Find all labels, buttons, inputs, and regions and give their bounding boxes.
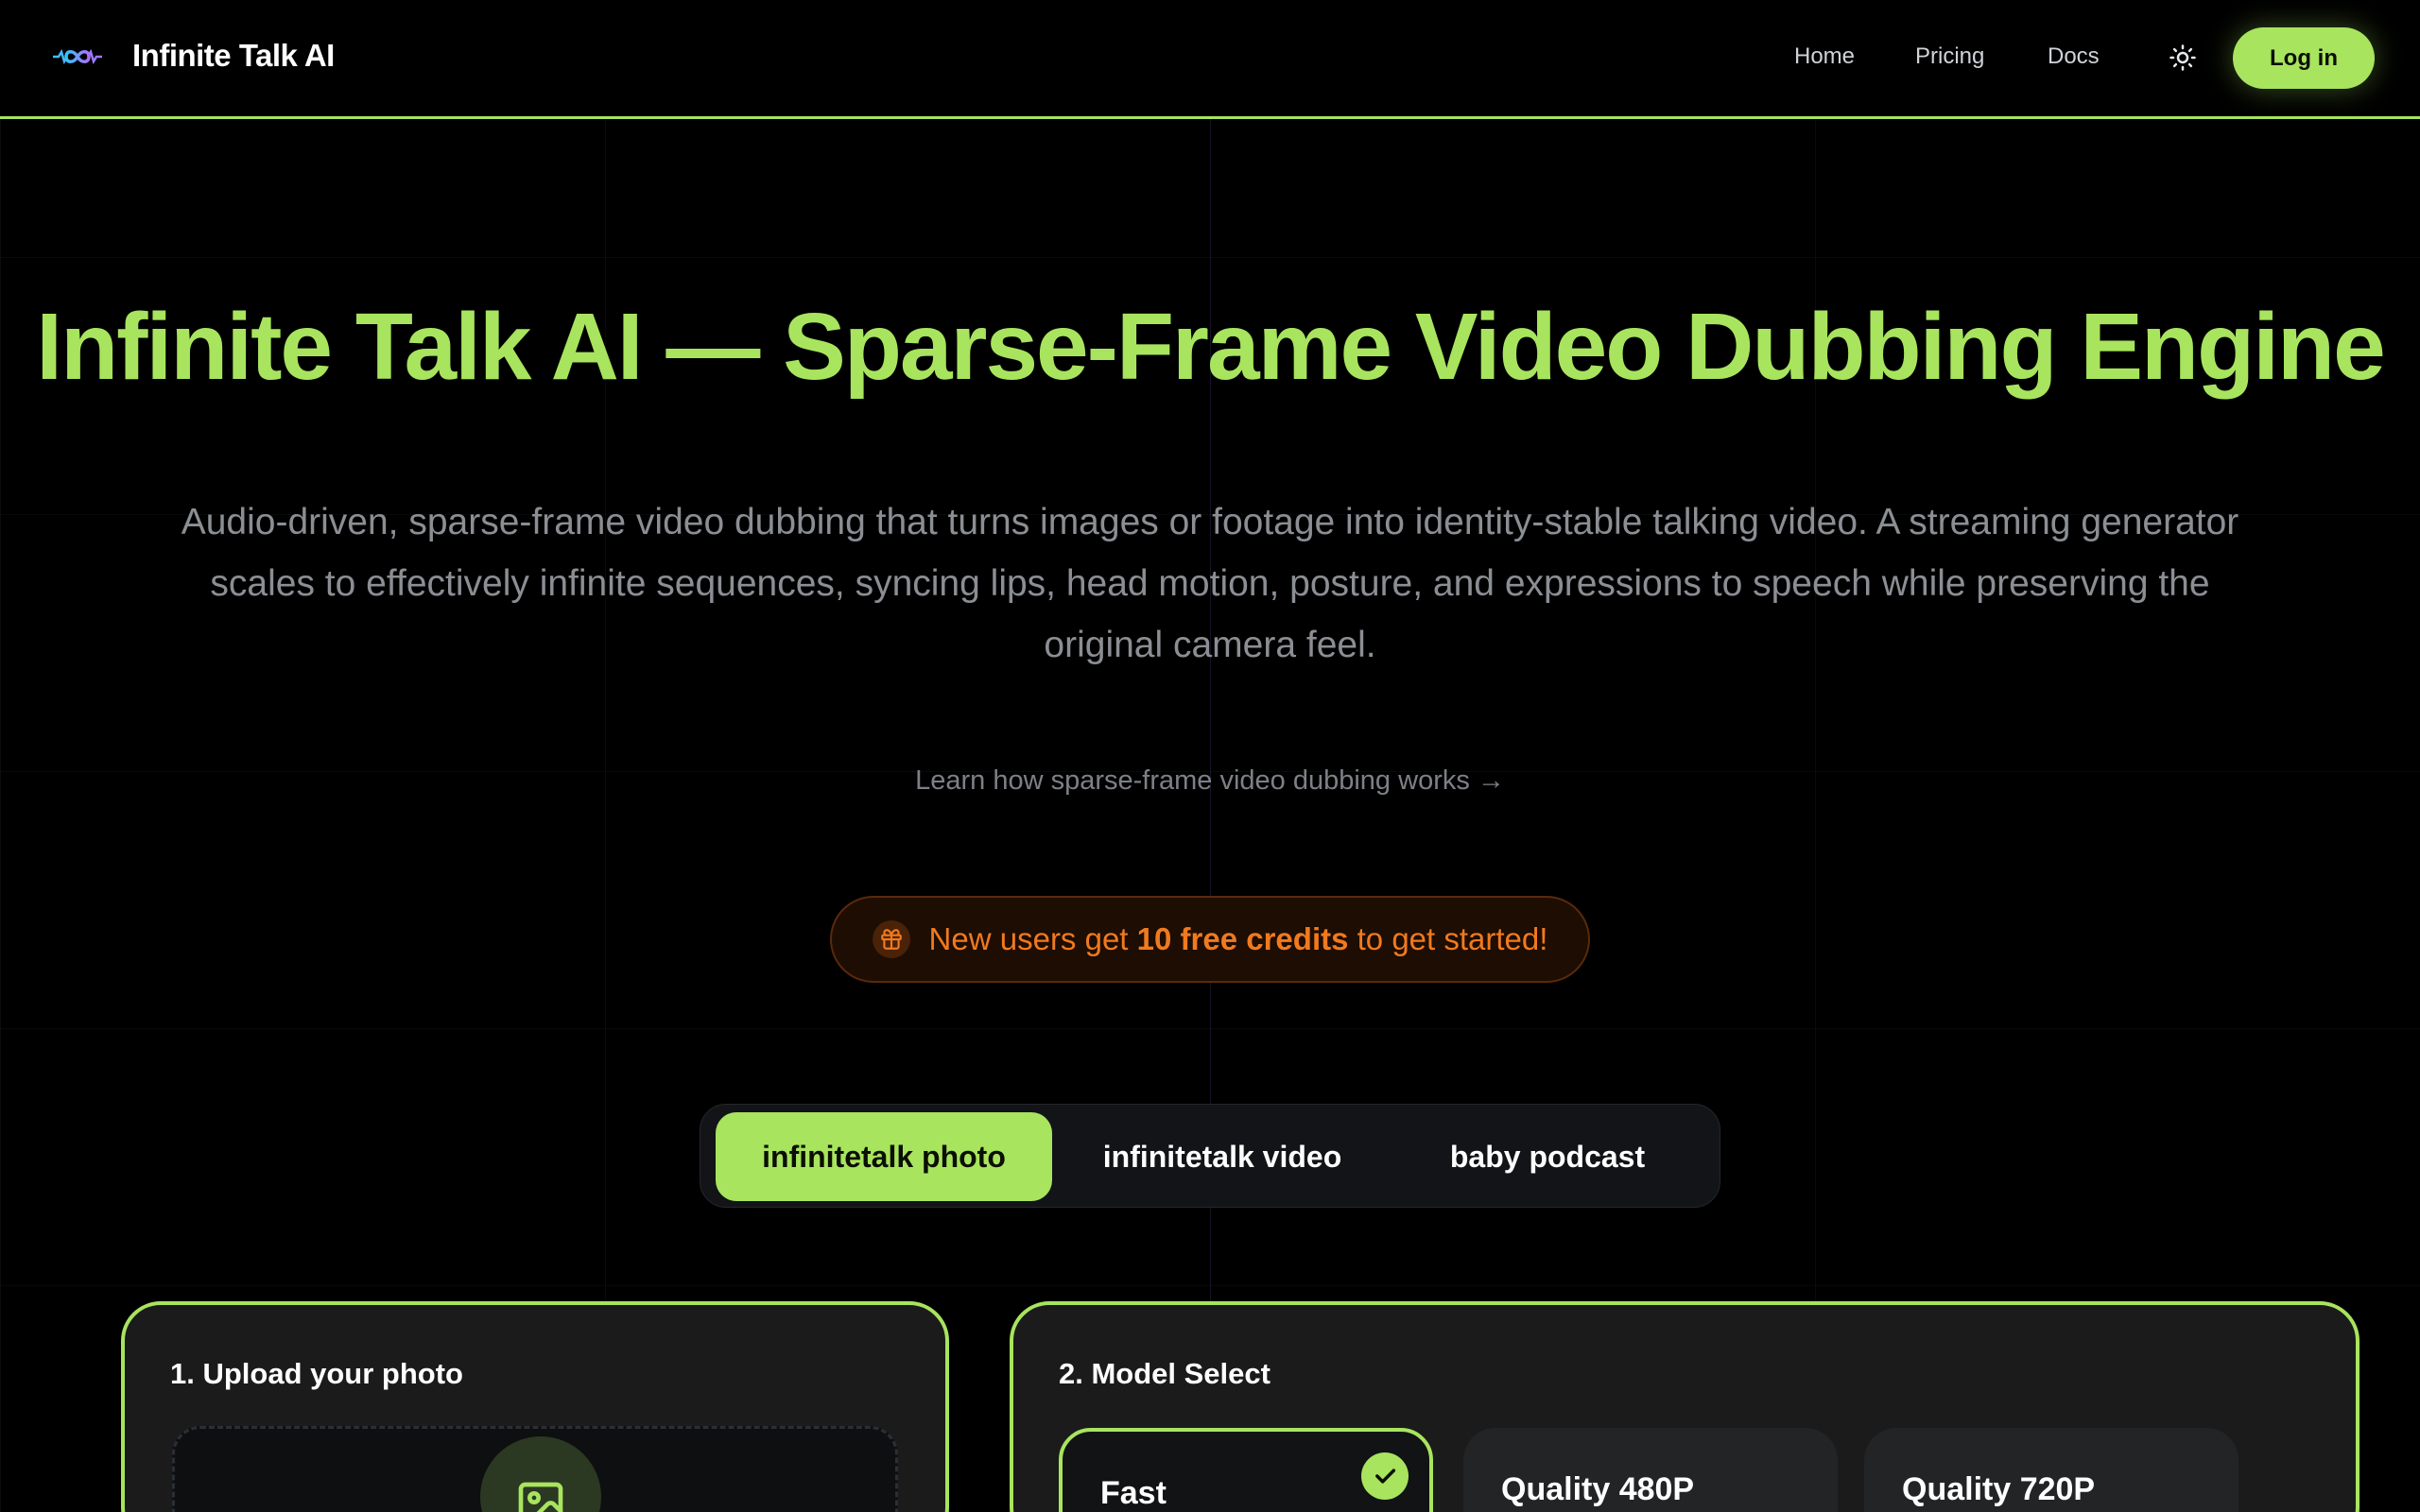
tab-baby-podcast[interactable]: baby podcast bbox=[1389, 1112, 1706, 1201]
nav-pricing-link[interactable]: Pricing bbox=[1915, 43, 1984, 70]
gift-icon bbox=[872, 920, 910, 958]
mode-tabs: infinitetalk photo infinitetalk video ba… bbox=[700, 1104, 1720, 1208]
photo-dropzone[interactable] bbox=[172, 1426, 898, 1512]
hero-description: Audio-driven, sparse-frame video dubbing… bbox=[181, 502, 2239, 665]
nav-docs-link[interactable]: Docs bbox=[2048, 43, 2100, 70]
model-select-card: 2. Model Select Fast Quality 480P Qualit… bbox=[1010, 1301, 2360, 1512]
promo-highlight: 10 free credits bbox=[1136, 921, 1349, 956]
check-icon bbox=[1361, 1452, 1409, 1500]
model-card-title: 2. Model Select bbox=[1059, 1357, 1270, 1390]
model-option-label: Fast bbox=[1100, 1475, 1167, 1511]
brand-name[interactable]: Infinite Talk AI bbox=[132, 38, 335, 74]
upload-photo-card: 1. Upload your photo bbox=[121, 1301, 949, 1512]
model-option-quality-480p[interactable]: Quality 480P bbox=[1463, 1428, 1838, 1512]
tab-infinitetalk-video[interactable]: infinitetalk video bbox=[1063, 1112, 1381, 1201]
hero-title: Infinite Talk AI — Sparse-Frame Video Du… bbox=[36, 294, 2385, 400]
promo-suffix: to get started! bbox=[1357, 921, 1548, 956]
promo-text: New users get 10 free credits to get sta… bbox=[929, 921, 1548, 957]
login-button[interactable]: Log in bbox=[2233, 27, 2375, 89]
model-option-fast[interactable]: Fast bbox=[1059, 1428, 1433, 1512]
learn-more-link[interactable]: Learn how sparse-frame video dubbing wor… bbox=[0, 765, 2420, 797]
top-navbar: Infinite Talk AI Home Pricing Docs Log i… bbox=[0, 0, 2420, 119]
model-option-label: Quality 480P bbox=[1501, 1471, 1695, 1507]
model-option-quality-720p[interactable]: Quality 720P bbox=[1864, 1428, 2238, 1512]
tab-infinitetalk-photo[interactable]: infinitetalk photo bbox=[716, 1112, 1052, 1201]
upload-card-title: 1. Upload your photo bbox=[170, 1357, 463, 1390]
sun-icon[interactable] bbox=[2165, 40, 2201, 76]
image-icon bbox=[480, 1436, 601, 1512]
free-credits-banner: New users get 10 free credits to get sta… bbox=[830, 896, 1590, 983]
promo-prefix: New users get bbox=[928, 921, 1129, 956]
nav-home-link[interactable]: Home bbox=[1794, 43, 1855, 70]
model-option-label: Quality 720P bbox=[1902, 1471, 2096, 1507]
logo-icon[interactable] bbox=[49, 28, 106, 85]
